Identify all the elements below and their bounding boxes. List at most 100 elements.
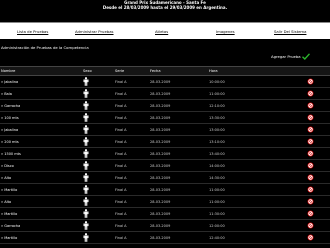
male-figure-icon <box>83 173 89 182</box>
cell-nombre: » 200 mts <box>1 140 19 144</box>
cell-fecha: 28-03-2009 <box>150 92 171 96</box>
cell-fecha: 28-03-2009 <box>150 188 171 192</box>
cell-fecha: 28-03-2009 <box>150 224 171 228</box>
cell-serie: Final A <box>115 80 127 84</box>
header-fecha: Fecha <box>150 69 161 73</box>
table-row: » Jabalina Final A 28-03-2009 13:00:00 <box>0 124 330 136</box>
delete-icon[interactable] <box>307 186 314 193</box>
cell-hora: 13:30:00 <box>209 116 225 120</box>
cell-fecha: 28-03-2009 <box>150 176 171 180</box>
delete-icon[interactable] <box>307 234 314 241</box>
table-header: Nombre Sexo Serie Fecha Hora <box>0 66 330 76</box>
cell-fecha: 28-03-2009 <box>150 104 171 108</box>
nav-salir[interactable]: Salir Del Sistema <box>274 30 306 34</box>
page-header: Grand Prix Sudamericano - Santa Fe Desde… <box>0 0 330 17</box>
cell-fecha: 28-03-2009 <box>150 116 171 120</box>
nav-lista-de-pruebas[interactable]: Lista de Pruebas <box>17 30 48 34</box>
delete-icon[interactable] <box>307 150 314 157</box>
cell-serie: Final A <box>115 152 127 156</box>
cell-fecha: 28-03-2009 <box>150 212 171 216</box>
cell-hora: 12:10:00 <box>209 104 225 108</box>
cell-hora: 10:00:00 <box>209 80 225 84</box>
cell-fecha: 28-03-2009 <box>150 152 171 156</box>
cell-serie: Final A <box>115 188 127 192</box>
pruebas-table: Nombre Sexo Serie Fecha Hora » Jabalina … <box>0 66 330 244</box>
add-prueba-label: Agregar Prueba <box>271 53 301 59</box>
competition-dates: Desde el 28/03/2009 hasta el 29/03/2009 … <box>102 5 228 10</box>
delete-icon[interactable] <box>307 198 314 205</box>
delete-icon[interactable] <box>307 102 314 109</box>
delete-icon[interactable] <box>307 162 314 169</box>
table-row: » Martillo Final A 28-03-2009 12:40:00 <box>0 232 330 244</box>
cell-serie: Final A <box>115 164 127 168</box>
delete-icon[interactable] <box>307 222 314 229</box>
table-row: » 100 mts Final A 28-03-2009 13:30:00 <box>0 112 330 124</box>
table-row: » Jabalina Final A 28-03-2009 10:00:00 <box>0 76 330 88</box>
cell-hora: 13:00:00 <box>209 128 225 132</box>
cell-hora: 13:10:00 <box>209 140 225 144</box>
cell-fecha: 28-03-2009 <box>150 200 171 204</box>
male-figure-icon <box>83 101 89 110</box>
cell-hora: 11:00:00 <box>209 200 225 204</box>
male-figure-icon <box>83 89 89 98</box>
male-figure-icon <box>83 185 89 194</box>
cell-nombre: » 100 mts <box>1 116 19 120</box>
cell-nombre: » Bala <box>1 92 12 96</box>
delete-icon[interactable] <box>307 138 314 145</box>
cell-serie: Final A <box>115 212 127 216</box>
cell-serie: Final A <box>115 116 127 120</box>
cell-nombre: » Alto <box>1 176 12 180</box>
cell-nombre: » 1500 mts <box>1 152 21 156</box>
male-figure-icon <box>83 125 89 134</box>
cell-nombre: » Jabalina <box>1 80 19 84</box>
male-figure-icon <box>83 209 89 218</box>
cell-serie: Final A <box>115 200 127 204</box>
male-figure-icon <box>83 161 89 170</box>
cell-hora: 12:40:00 <box>209 236 225 240</box>
cell-hora: 12:00:00 <box>209 224 225 228</box>
delete-icon[interactable] <box>307 126 314 133</box>
header-hora: Hora <box>209 69 218 73</box>
cell-nombre: » Martillo <box>1 212 18 216</box>
cell-fecha: 28-03-2009 <box>150 80 171 84</box>
delete-icon[interactable] <box>307 174 314 181</box>
header-sexo: Sexo <box>83 69 92 73</box>
table-row: » Garrocha Final A 28-03-2009 12:00:00 <box>0 220 330 232</box>
cell-nombre: » Garrocha <box>1 104 21 108</box>
cell-nombre: » Martillo <box>1 188 18 192</box>
cell-serie: Final A <box>115 176 127 180</box>
header-serie: Serie <box>115 69 125 73</box>
nav-administrar-pruebas[interactable]: Administrar Pruebas <box>75 30 114 34</box>
delete-icon[interactable] <box>307 90 314 97</box>
cell-nombre: » Martillo <box>1 236 18 240</box>
section-title: Administración de Pruebas de la Competen… <box>1 45 89 50</box>
cell-nombre: » Alto <box>1 200 12 204</box>
cell-serie: Final A <box>115 128 127 132</box>
delete-icon[interactable] <box>307 78 314 85</box>
table-row: » Alto Final A 28-03-2009 11:00:00 <box>0 196 330 208</box>
cell-fecha: 28-03-2009 <box>150 128 171 132</box>
table-row: » Martillo Final A 28-03-2009 11:00:00 <box>0 184 330 196</box>
male-figure-icon <box>83 149 89 158</box>
nav-bar: Lista de Pruebas Administrar Pruebas Atl… <box>0 22 330 39</box>
delete-icon[interactable] <box>307 210 314 217</box>
table-row: » Bala Final A 28-03-2009 11:00:00 <box>0 88 330 100</box>
cell-hora: 11:00:00 <box>209 188 225 192</box>
table-row: » Garrocha Final A 28-03-2009 12:10:00 <box>0 100 330 112</box>
male-figure-icon <box>83 77 89 86</box>
male-figure-icon <box>83 197 89 206</box>
cell-fecha: 28-03-2009 <box>150 164 171 168</box>
male-figure-icon <box>83 137 89 146</box>
add-prueba-button[interactable]: Agregar Prueba <box>271 52 310 60</box>
nav-imagenes[interactable]: Imagenes <box>216 30 235 34</box>
table-row: » Martillo Final A 28-03-2009 11:30:00 <box>0 208 330 220</box>
delete-icon[interactable] <box>307 114 314 121</box>
cell-hora: 13:40:00 <box>209 152 225 156</box>
cell-fecha: 28-03-2009 <box>150 140 171 144</box>
male-figure-icon <box>83 113 89 122</box>
cell-hora: 11:00:00 <box>209 92 225 96</box>
cell-nombre: » Jabalina <box>1 128 19 132</box>
cell-serie: Final A <box>115 236 127 240</box>
nav-atletas[interactable]: Atletas <box>155 30 168 34</box>
header-nombre: Nombre <box>1 69 16 73</box>
